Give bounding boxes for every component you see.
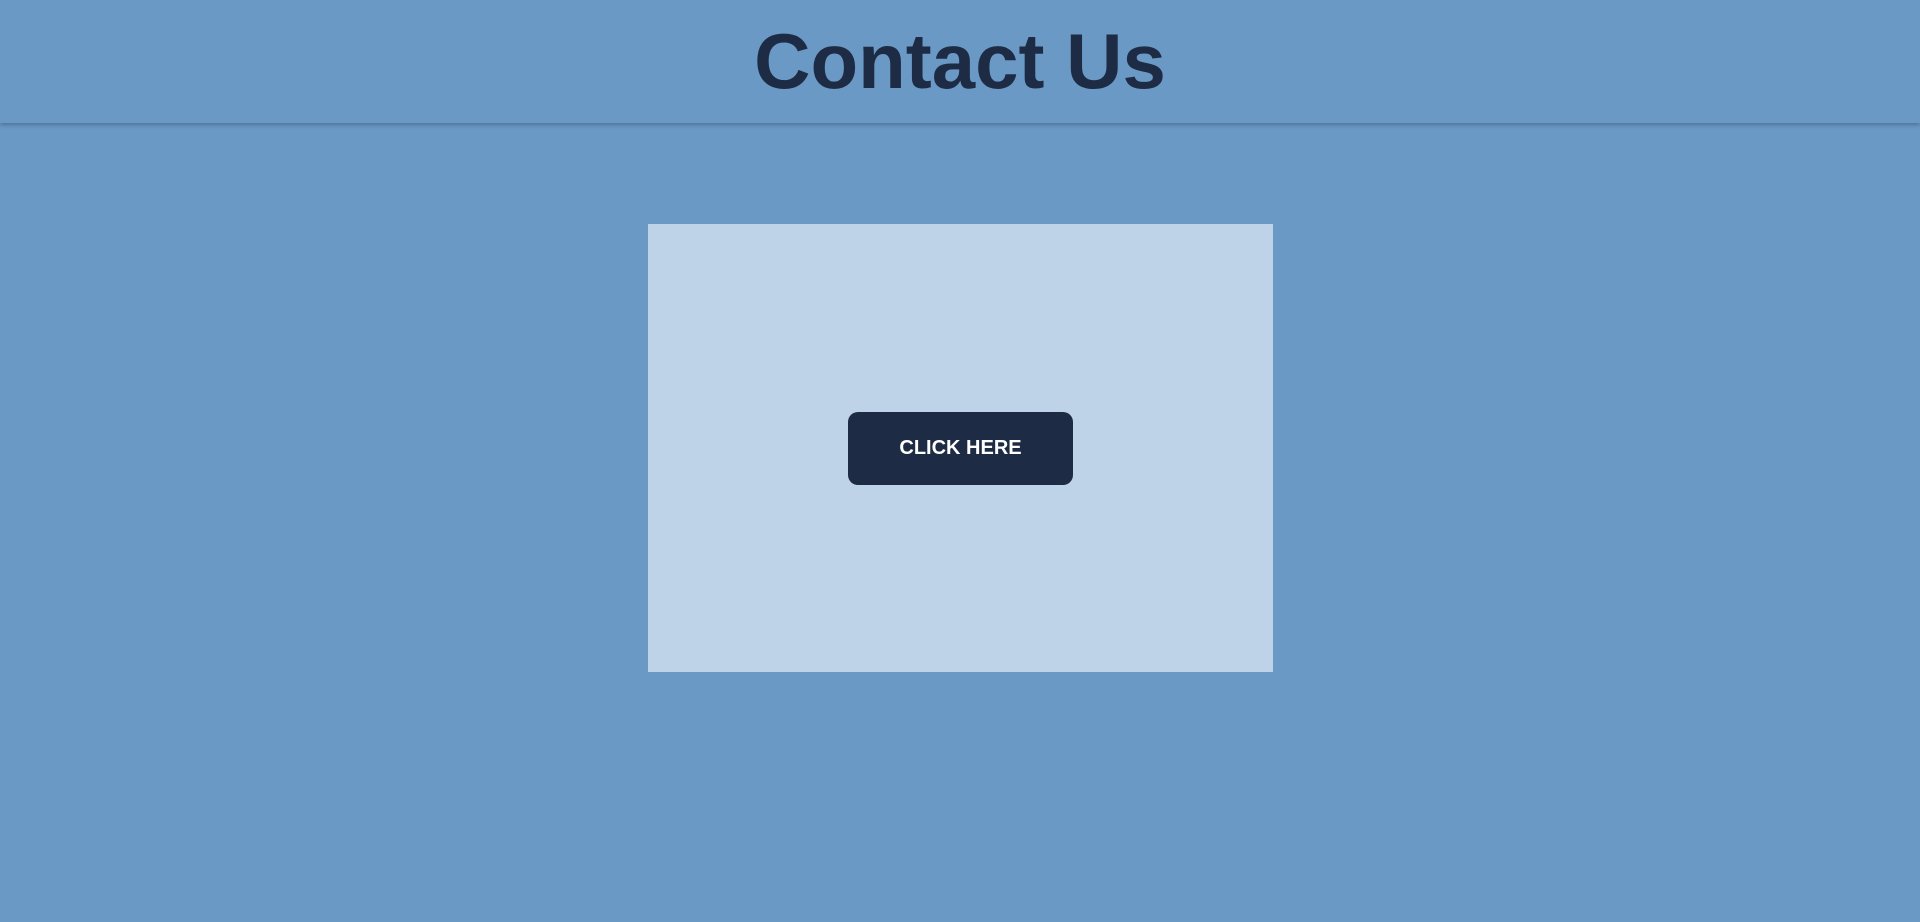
contact-card: CLICK HERE: [648, 224, 1273, 672]
page-title: Contact Us: [754, 16, 1166, 105]
page: Contact Us CLICK HERE: [0, 0, 1920, 922]
page-header: Contact Us: [0, 0, 1920, 123]
click-here-button[interactable]: CLICK HERE: [848, 411, 1073, 485]
